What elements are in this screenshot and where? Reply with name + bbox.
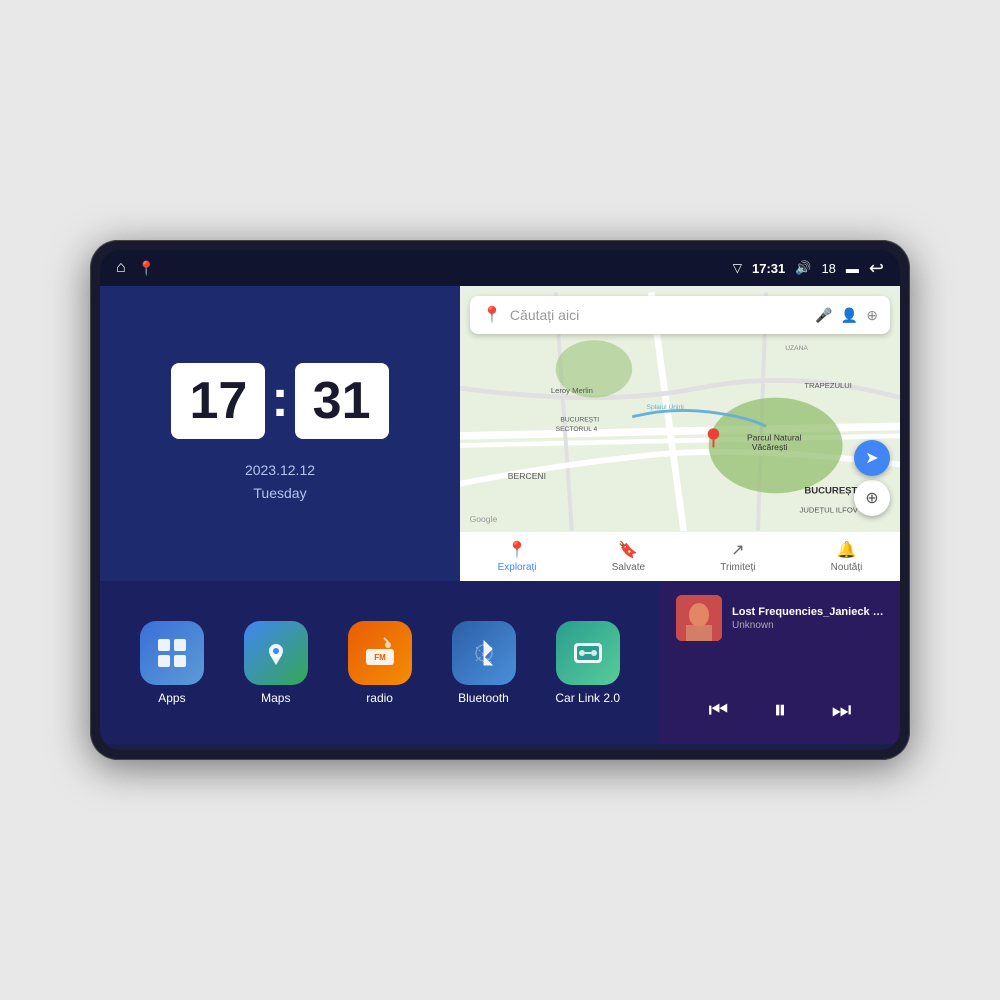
clock-panel: 17 : 31 2023.12.12 Tuesday <box>100 286 460 581</box>
apps-section: Apps Maps <box>100 581 660 744</box>
battery-level: 18 <box>821 261 835 276</box>
radio-label: radio <box>366 691 393 705</box>
music-thumbnail <box>676 595 722 641</box>
app-item-radio[interactable]: FM radio <box>348 621 412 705</box>
svg-text:TRAPEZULUI: TRAPEZULUI <box>804 381 852 390</box>
svg-text:FM: FM <box>374 653 386 662</box>
svg-text:Google: Google <box>470 514 498 524</box>
explore-icon: 📍 <box>507 540 527 560</box>
maps-status-icon[interactable]: 📍 <box>138 260 155 277</box>
radio-icon: FM <box>348 621 412 685</box>
date-display: 2023.12.12 Tuesday <box>245 459 315 504</box>
home-icon[interactable]: ⌂ <box>116 259 126 277</box>
svg-text:BERCENI: BERCENI <box>508 471 546 481</box>
music-artist: Unknown <box>732 620 884 631</box>
svg-text:JUDEȚUL ILFOV: JUDEȚUL ILFOV <box>800 505 859 514</box>
clock-separator: : <box>271 369 288 429</box>
main-content: 17 : 31 2023.12.12 Tuesday <box>100 286 900 750</box>
bottom-section: Apps Maps <box>100 581 900 744</box>
music-title: Lost Frequencies_Janieck Devy-... <box>732 606 884 618</box>
map-nav-explore[interactable]: 📍 Explorați <box>498 540 537 573</box>
prev-button[interactable]: ⏮ <box>705 693 733 727</box>
status-bar: ⌂ 📍 ▽ 17:31 🔊 18 ▬ ↩ <box>100 250 900 286</box>
maps-app-icon <box>244 621 308 685</box>
map-pin-icon: 📍 <box>482 305 502 325</box>
share-label: Trimiteți <box>720 562 755 573</box>
map-nav-share[interactable]: ↗ Trimiteți <box>720 540 755 573</box>
music-info: Lost Frequencies_Janieck Devy-... Unknow… <box>676 595 884 641</box>
maps-label: Maps <box>261 691 290 705</box>
svg-text:BUCUREȘTI: BUCUREȘTI <box>560 417 599 424</box>
day-value: Tuesday <box>245 482 315 504</box>
status-right-info: ▽ 17:31 🔊 18 ▬ ↩ <box>733 258 884 279</box>
news-label: Noutăți <box>831 562 863 573</box>
carlink-label: Car Link 2.0 <box>555 691 620 705</box>
top-section: 17 : 31 2023.12.12 Tuesday <box>100 286 900 581</box>
navigation-button[interactable]: ➤ <box>854 440 890 476</box>
saved-icon: 🔖 <box>618 540 638 560</box>
news-icon: 🔔 <box>837 540 857 560</box>
account-icon[interactable]: 👤 <box>841 307 858 324</box>
status-left-icons: ⌂ 📍 <box>116 259 155 277</box>
wifi-icon: ▽ <box>733 261 742 275</box>
map-nav-saved[interactable]: 🔖 Salvate <box>612 540 645 573</box>
svg-text:Văcărești: Văcărești <box>752 442 788 452</box>
play-pause-button[interactable]: ⏸ <box>769 690 790 730</box>
map-nav-news[interactable]: 🔔 Noutăți <box>831 540 863 573</box>
clock-display: 17 : 31 <box>171 363 388 439</box>
map-search-placeholder[interactable]: Căutați aici <box>510 307 807 323</box>
car-display-device: ⌂ 📍 ▽ 17:31 🔊 18 ▬ ↩ 17 : <box>90 240 910 760</box>
bluetooth-icon <box>452 621 516 685</box>
app-item-maps[interactable]: Maps <box>244 621 308 705</box>
layers-icon[interactable]: ⊕ <box>866 307 878 324</box>
time-display: 17:31 <box>752 261 785 276</box>
volume-icon[interactable]: 🔊 <box>795 260 811 276</box>
map-search-bar[interactable]: 📍 Căutați aici 🎤 👤 ⊕ <box>470 296 890 334</box>
explore-label: Explorați <box>498 562 537 573</box>
compass-icon: ⊕ <box>865 488 878 508</box>
clock-hours: 17 <box>171 363 265 439</box>
apps-icon <box>140 621 204 685</box>
music-details: Lost Frequencies_Janieck Devy-... Unknow… <box>732 606 884 631</box>
thumbnail-image <box>676 595 722 641</box>
device-screen: ⌂ 📍 ▽ 17:31 🔊 18 ▬ ↩ 17 : <box>100 250 900 750</box>
svg-text:Parcul Natural: Parcul Natural <box>747 433 802 443</box>
app-item-carlink[interactable]: Car Link 2.0 <box>555 621 620 705</box>
svg-text:SECTORUL 4: SECTORUL 4 <box>556 426 598 433</box>
map-panel[interactable]: Parcul Natural Văcărești Leroy Merlin BU… <box>460 286 900 581</box>
voice-search-icon[interactable]: 🎤 <box>815 307 832 324</box>
map-bottom-nav: 📍 Explorați 🔖 Salvate ↗ Trimiteți 🔔 <box>460 531 900 581</box>
carlink-icon <box>556 621 620 685</box>
back-icon[interactable]: ↩ <box>869 258 884 279</box>
share-icon: ↗ <box>731 540 744 560</box>
apps-label: Apps <box>158 691 185 705</box>
svg-text:BUCUREȘTI: BUCUREȘTI <box>804 485 860 496</box>
date-value: 2023.12.12 <box>245 459 315 481</box>
svg-text:Splaiul Unirii: Splaiul Unirii <box>647 404 685 411</box>
app-item-apps[interactable]: Apps <box>140 621 204 705</box>
compass-button[interactable]: ⊕ <box>854 480 890 516</box>
saved-label: Salvate <box>612 562 645 573</box>
map-search-actions: 🎤 👤 ⊕ <box>815 307 878 324</box>
battery-icon: ▬ <box>846 261 859 276</box>
clock-minutes: 31 <box>295 363 389 439</box>
next-button[interactable]: ⏭ <box>828 693 856 727</box>
svg-text:UZANA: UZANA <box>785 345 808 352</box>
svg-text:Leroy Merlin: Leroy Merlin <box>551 386 593 395</box>
nav-arrow-icon: ➤ <box>865 448 878 468</box>
app-item-bluetooth[interactable]: Bluetooth <box>452 621 516 705</box>
bluetooth-label: Bluetooth <box>458 691 509 705</box>
music-controls: ⏮ ⏸ ⏭ <box>676 690 884 730</box>
music-section: Lost Frequencies_Janieck Devy-... Unknow… <box>660 581 900 744</box>
